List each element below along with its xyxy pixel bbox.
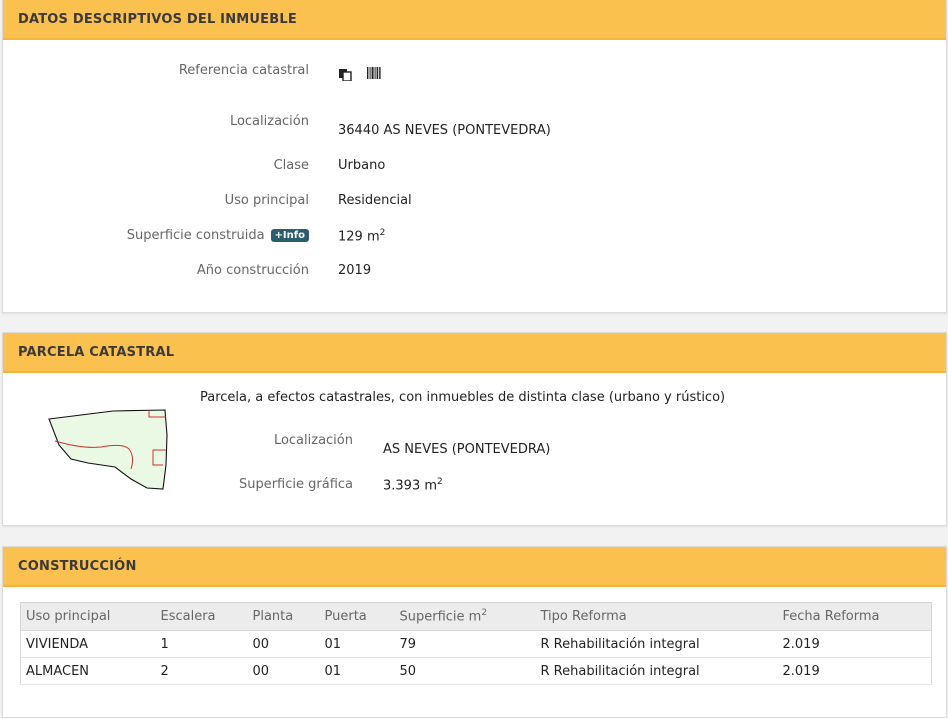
- clase-value: Urbano: [338, 158, 386, 173]
- table-header-row: Uso principal Escalera Planta Puerta Sup…: [20, 602, 932, 631]
- superficie-value: 129 m2: [338, 228, 386, 245]
- parcela-panel: PARCELA CATASTRAL Parcela, a efectos cat…: [2, 332, 947, 526]
- uso-label: Uso principal: [224, 193, 309, 208]
- col-uso[interactable]: Uso principal: [20, 602, 156, 631]
- table-row: VIVIENDA 1 00 01 79 R Rehabilitación int…: [20, 630, 932, 658]
- col-superficie[interactable]: Superficie m2: [394, 602, 536, 631]
- ref-label: Referencia catastral: [178, 63, 309, 78]
- anio-label: Año construcción: [196, 263, 309, 278]
- datos-panel: DATOS DESCRIPTIVOS DEL INMUEBLE Referenc…: [2, 0, 947, 313]
- col-planta[interactable]: Planta: [247, 602, 320, 631]
- datos-title: DATOS DESCRIPTIVOS DEL INMUEBLE: [3, 0, 946, 40]
- col-fecha-reforma[interactable]: Fecha Reforma: [777, 602, 932, 631]
- construccion-panel: CONSTRUCCIÓN Uso principal Escalera Plan…: [2, 546, 947, 718]
- barcode-icon[interactable]: [366, 67, 382, 81]
- superficie-label: Superficie construida: [126, 228, 265, 243]
- parcela-loc-label: Localización: [273, 433, 353, 448]
- superficie-label-group: Superficie construida +Info: [127, 228, 309, 243]
- uso-value: Residencial: [338, 193, 412, 208]
- loc-label: Localización: [229, 114, 309, 129]
- anio-value: 2019: [338, 263, 372, 278]
- parcela-sup-label: Superficie gráfica: [238, 477, 353, 492]
- loc-value: 36440 AS NEVES (PONTEVEDRA): [338, 123, 551, 138]
- table-row: ALMACEN 2 00 01 50 R Rehabilitación inte…: [20, 657, 932, 685]
- col-escalera[interactable]: Escalera: [155, 602, 248, 631]
- clase-label: Clase: [273, 158, 309, 173]
- info-badge[interactable]: +Info: [270, 229, 309, 242]
- parcela-title: PARCELA CATASTRAL: [3, 333, 946, 373]
- copy-icon[interactable]: [338, 67, 352, 82]
- col-puerta[interactable]: Puerta: [319, 602, 395, 631]
- col-tipo-reforma[interactable]: Tipo Reforma: [535, 602, 778, 631]
- parcela-description: Parcela, a efectos catastrales, con inmu…: [200, 390, 726, 405]
- construccion-title: CONSTRUCCIÓN: [3, 547, 946, 587]
- construccion-table: Uso principal Escalera Planta Puerta Sup…: [20, 602, 932, 685]
- parcela-sup-value: 3.393 m2: [383, 477, 443, 494]
- parcela-loc-value: AS NEVES (PONTEVEDRA): [383, 442, 551, 457]
